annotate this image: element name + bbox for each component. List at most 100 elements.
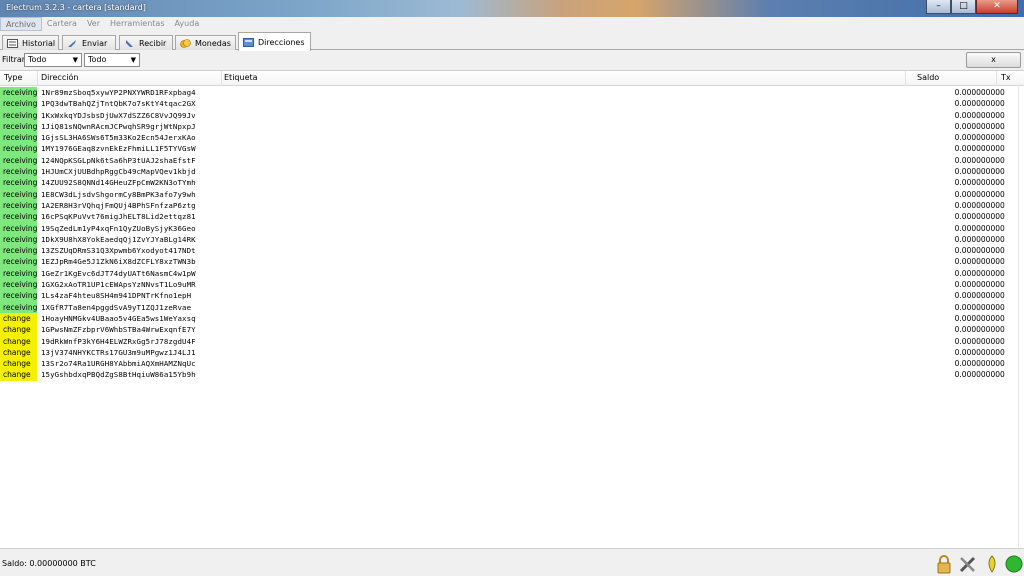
row-tx: 0: [1000, 189, 1005, 199]
lock-icon[interactable]: [934, 554, 954, 574]
tab-historial[interactable]: Historial: [2, 35, 59, 50]
row-address: 1Ls4zaF4hteu8SH4m941DPNTrKfno1epH: [41, 291, 192, 301]
column-divider: [996, 71, 997, 86]
tab-label: Recibir: [139, 38, 167, 48]
menu-ver[interactable]: Ver: [82, 17, 105, 31]
row-balance: 0.00000000: [954, 88, 1000, 97]
row-address: 1GeZr1KgEvc6dJT74dyUATt6NasmC4w1pW: [41, 268, 196, 278]
row-tx: 0: [1000, 325, 1005, 335]
header-tx[interactable]: Tx: [1001, 73, 1011, 82]
row-address: 1GjsSL3HA6SWs6T5m33Ko2Ecn54JerxKAo: [41, 133, 196, 143]
menu-ayuda[interactable]: Ayuda: [170, 17, 205, 31]
balance-status: Saldo: 0.00000000 BTC: [2, 559, 96, 568]
table-row[interactable]: receiving 13ZSZUqDRmS31Q3Xpwmb6Yxodyot417…: [0, 245, 1024, 257]
maximize-button[interactable]: □: [951, 0, 976, 14]
row-type: receiving: [0, 154, 37, 167]
row-tx: 0: [1000, 212, 1005, 222]
row-type: change: [0, 346, 37, 359]
row-balance: 0.00000000: [954, 280, 1000, 290]
row-balance: 0.00000000: [954, 370, 1000, 380]
menu-archivo[interactable]: Archivo: [0, 17, 42, 31]
table-row[interactable]: receiving 19SqZedLm1yP4xqFn1QyZUoBySjyK36…: [0, 222, 1024, 234]
close-window-button[interactable]: ✕: [976, 0, 1018, 14]
close-filter-button[interactable]: x: [966, 52, 1021, 68]
column-divider: [37, 71, 38, 86]
row-address: 1XGfR7Ta8en4pggdSvA9yT1ZQJ1zeRvae: [41, 302, 192, 312]
table-row[interactable]: receiving 1EZJpRm4Ge5J1ZkN6iX8dZCFLY8xzTW…: [0, 256, 1024, 268]
table-row[interactable]: receiving 124NQpKSGLpNk6tSa6hP3tUAJ2shaEf…: [0, 154, 1024, 167]
type-filter-select[interactable]: Todo ▼: [24, 53, 82, 67]
table-row[interactable]: receiving 1GXG2xAoTR1UP1cEWApsYzNNvsT1Lo9…: [0, 279, 1024, 291]
table-row[interactable]: change 1GPwsNmZFzbprV6WhbSTBa4WrwExqnfE7Y…: [0, 324, 1024, 336]
table-row[interactable]: receiving 1GjsSL3HA6SWs6T5m33Ko2Ecn54Jerx…: [0, 132, 1024, 144]
row-balance: 0.00000000: [954, 246, 1000, 256]
table-row[interactable]: receiving 16cPSqKPuVvt76migJhELT8Lid2ettq…: [0, 211, 1024, 223]
row-address: 1MY1976GEaq8zvnEkEzFhmiLL1F5TYVGsW: [41, 144, 196, 154]
table-row[interactable]: receiving 1XGfR7Ta8en4pggdSvA9yT1ZQJ1zeRv…: [0, 301, 1024, 313]
row-address: 19SqZedLm1yP4xqFn1QyZUoBySjyK36Geo: [41, 223, 196, 233]
network-status-icon[interactable]: [1004, 554, 1024, 574]
row-balance: 0.00000000: [954, 110, 1000, 120]
tab-enviar[interactable]: Enviar: [62, 35, 116, 50]
menu-cartera[interactable]: Cartera: [42, 17, 82, 31]
table-row[interactable]: receiving 1DkX9U8hX8YokEaedqQj1ZvYJYaBLg1…: [0, 233, 1024, 246]
row-tx: 0: [1000, 257, 1005, 267]
tab-label: Direcciones: [258, 37, 305, 47]
row-tx: 0: [1000, 200, 1005, 210]
table-row[interactable]: receiving 1Nr89mzSboq5xywYP2PNXYWRD1RFxpb…: [0, 87, 1024, 99]
table-row[interactable]: change 1HoayHNMGkv4UBaao5v4GEa5ws1WeYaxsq…: [0, 312, 1024, 325]
table-row[interactable]: receiving 1PQ3dwTBahQZjTntQbK7o7sKtY4tqac…: [0, 98, 1024, 110]
row-balance: 0.00000000: [954, 155, 1000, 165]
table-row[interactable]: receiving 1Ls4zaF4hteu8SH4m941DPNTrKfno1e…: [0, 290, 1024, 302]
row-balance: 0.00000000: [954, 234, 1000, 244]
table-row[interactable]: receiving 1HJUmCXjUUBdhpRggCb49cMapVQev1k…: [0, 166, 1024, 178]
tools-icon[interactable]: [958, 554, 978, 574]
table-row[interactable]: change 13Sr2o74Ra1URGH8YAbbmiAQXmHAMZNqUc…: [0, 358, 1024, 370]
table-row[interactable]: change 19dRkWnfP3kY6H4ELWZRxGg5rJ78zgdU4F…: [0, 335, 1024, 347]
header-type[interactable]: Type: [4, 73, 22, 82]
menu-herramientas[interactable]: Herramientas: [105, 17, 170, 31]
row-tx: 0: [1000, 268, 1005, 278]
table-row[interactable]: receiving 1E8CW3dLjsdvShgormCy8BmPK3afo7y…: [0, 188, 1024, 200]
row-type: receiving: [0, 233, 37, 246]
row-type: receiving: [0, 267, 37, 280]
tab-label: Monedas: [195, 38, 231, 48]
tab-label: Enviar: [82, 38, 108, 48]
coins-icon: [180, 38, 191, 48]
tab-monedas[interactable]: Monedas: [175, 35, 236, 50]
row-balance: 0.00000000: [954, 223, 1000, 233]
table-row[interactable]: receiving 1A2ER8H3rVQhqjFmQUj4BPhSFnfzaP6…: [0, 199, 1024, 212]
table-row[interactable]: receiving 1GeZr1KgEvc6dJT74dyUATt6NasmC4w…: [0, 267, 1024, 280]
row-address: 1HJUmCXjUUBdhpRggCb49cMapVQev1kbjd: [41, 167, 196, 177]
row-type: change: [0, 369, 37, 381]
table-row[interactable]: change 15yGshbdxqPBQdZgS8BtHqiuW86a15Yb9h…: [0, 369, 1024, 381]
row-tx: 0: [1000, 291, 1005, 301]
table-row[interactable]: receiving 1MY1976GEaq8zvnEkEzFhmiLL1F5TYV…: [0, 143, 1024, 155]
tab-recibir[interactable]: Recibir: [119, 35, 173, 50]
row-balance: 0.00000000: [954, 257, 1000, 267]
row-type: receiving: [0, 211, 37, 223]
row-type: receiving: [0, 256, 37, 268]
table-row[interactable]: change 13jV374NHYKCTRs17GU3m9uMPgwz1J4LJ1…: [0, 346, 1024, 359]
table-row[interactable]: receiving 1JiQ81sNQwnRAcmJCPwqhSR9grjWtNp…: [0, 120, 1024, 133]
table-row[interactable]: receiving 14ZUU92S8QNNd14GHeuZFpCmW2KN3oT…: [0, 177, 1024, 189]
row-type: receiving: [0, 98, 37, 110]
row-type: receiving: [0, 120, 37, 133]
row-type: receiving: [0, 279, 37, 291]
row-balance: 0.00000000: [954, 359, 1000, 369]
row-address: 14ZUU92S8QNNd14GHeuZFpCmW2KN3oTYmh: [41, 178, 196, 188]
header-label[interactable]: Etiqueta: [224, 73, 258, 82]
row-type: receiving: [0, 132, 37, 144]
row-tx: 0: [1000, 336, 1005, 346]
row-address: 13jV374NHYKCTRs17GU3m9uMPgwz1J4LJ1: [41, 347, 196, 357]
header-address[interactable]: Dirección: [41, 73, 78, 82]
header-balance[interactable]: Saldo: [917, 73, 939, 82]
status-filter-select[interactable]: Todo ▼: [84, 53, 140, 67]
row-balance: 0.00000000: [954, 212, 1000, 222]
table-row[interactable]: receiving 1KxWxkqYDJsbsDjUwX7dSZZ6C8VvJQ9…: [0, 109, 1024, 121]
minimize-button[interactable]: –: [926, 0, 951, 14]
seed-icon[interactable]: [982, 554, 1002, 574]
tab-direcciones[interactable]: Direcciones: [238, 32, 311, 51]
table-body: receiving 1Nr89mzSboq5xywYP2PNXYWRD1RFxpb…: [0, 87, 1024, 381]
row-balance: 0.00000000: [954, 347, 1000, 357]
